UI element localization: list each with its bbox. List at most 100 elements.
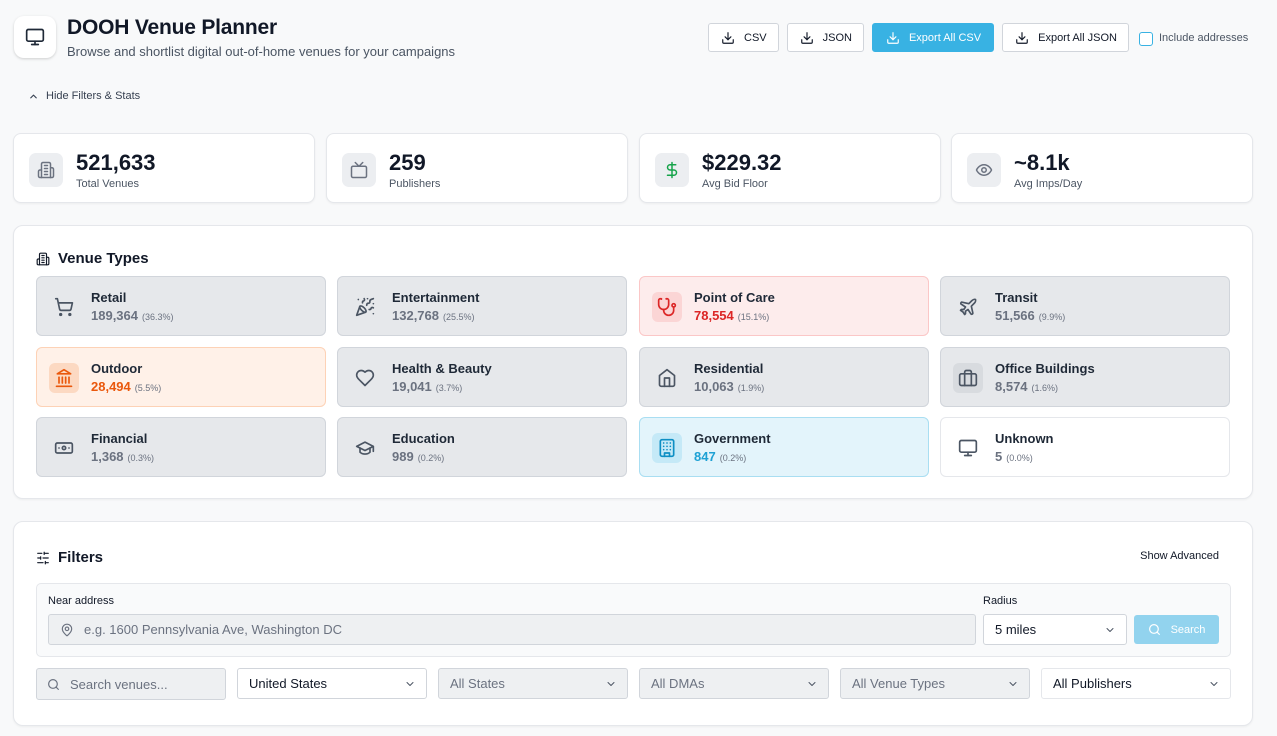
country-select[interactable]: United States	[237, 668, 427, 699]
stat-label: Publishers	[389, 178, 441, 190]
count-value: 189,364	[91, 308, 138, 323]
count-percent: (15.1%)	[737, 312, 770, 322]
stat-value: ~8.1k	[1014, 150, 1070, 175]
building-icon	[29, 153, 63, 187]
export-all-json-label: Export All JSON	[1038, 31, 1117, 44]
tv-icon	[342, 153, 376, 187]
landmark-icon	[49, 363, 79, 393]
chevron-down-icon	[605, 678, 617, 690]
eye-icon	[967, 153, 1001, 187]
count-value: 10,063	[694, 379, 734, 394]
venue-type-residential[interactable]: Residential 10,063 (1.9%)	[639, 347, 929, 407]
include-addresses-label[interactable]: Include addresses	[1159, 32, 1248, 44]
publisher-value: All Publishers	[1053, 676, 1132, 691]
monitor-icon	[953, 433, 983, 463]
download-icon	[1015, 31, 1029, 45]
venue-type-retail[interactable]: Retail 189,364 (36.3%)	[36, 276, 326, 336]
search-icon	[1148, 623, 1161, 636]
banknote-icon	[49, 433, 79, 463]
count-percent: (3.7%)	[435, 383, 463, 393]
dma-select[interactable]: All DMAs	[639, 668, 829, 699]
venue-type-count: 28,494 (5.5%)	[91, 379, 161, 394]
venue-type-name: Retail	[91, 290, 127, 305]
venue-type-name: Outdoor	[91, 361, 143, 376]
venue-type-office-buildings[interactable]: Office Buildings 8,574 (1.6%)	[940, 347, 1230, 407]
venue-type-health-beauty[interactable]: Health & Beauty 19,041 (3.7%)	[337, 347, 627, 407]
filters-heading: Filters	[36, 549, 103, 566]
hide-filters-toggle[interactable]: Hide Filters & Stats	[28, 90, 140, 102]
show-advanced-button[interactable]: Show Advanced	[1140, 550, 1219, 562]
export-all-json-button[interactable]: Export All JSON	[1002, 23, 1129, 52]
near-address-input[interactable]: e.g. 1600 Pennsylvania Ave, Washington D…	[48, 614, 976, 645]
count-percent: (5.5%)	[134, 383, 162, 393]
venue-type-select[interactable]: All Venue Types	[840, 668, 1030, 699]
count-value: 8,574	[995, 379, 1028, 394]
stat-label: Total Venues	[76, 178, 139, 190]
graduation-cap-icon	[350, 433, 380, 463]
count-percent: (9.9%)	[1038, 312, 1066, 322]
publisher-select[interactable]: All Publishers	[1041, 668, 1231, 699]
include-addresses-toggle: Include addresses	[1138, 30, 1248, 46]
venue-type-government[interactable]: Government 847 (0.2%)	[639, 417, 929, 477]
stethoscope-icon	[652, 292, 682, 322]
download-icon	[721, 31, 735, 45]
app-logo	[14, 16, 56, 58]
search-icon	[47, 678, 60, 691]
dma-value: All DMAs	[651, 676, 705, 691]
venue-search-input[interactable]: Search venues...	[36, 668, 226, 700]
page-subtitle: Browse and shortlist digital out-of-home…	[67, 44, 456, 59]
include-addresses-checkbox[interactable]	[1138, 31, 1153, 46]
venue-type-transit[interactable]: Transit 51,566 (9.9%)	[940, 276, 1230, 336]
venue-type-count: 78,554 (15.1%)	[694, 308, 769, 323]
csv-button-label: CSV	[744, 31, 767, 44]
stat-value: $229.32	[702, 150, 782, 175]
venue-type-name: Government	[694, 431, 771, 446]
venue-type-count: 19,041 (3.7%)	[392, 379, 462, 394]
search-button[interactable]: Search	[1134, 615, 1219, 644]
csv-button[interactable]: CSV	[708, 23, 779, 52]
filters-panel: Filters Show Advanced Near address e.g. …	[13, 521, 1253, 726]
venue-type-count: 847 (0.2%)	[694, 449, 746, 464]
venue-type-unknown[interactable]: Unknown 5 (0.0%)	[940, 417, 1230, 477]
venue-type-count: 189,364 (36.3%)	[91, 308, 174, 323]
cart-icon	[49, 292, 79, 322]
venue-type-name: Health & Beauty	[392, 361, 492, 376]
venue-type-entertainment[interactable]: Entertainment 132,768 (25.5%)	[337, 276, 627, 336]
near-address-box: Near address e.g. 1600 Pennsylvania Ave,…	[36, 583, 1231, 657]
stat-card-avg-bid-floor: $229.32 Avg Bid Floor	[639, 133, 941, 203]
venue-types-panel: Venue Types Retail 189,364 (36.3%) Entert…	[13, 225, 1253, 499]
venue-type-point-of-care[interactable]: Point of Care 78,554 (15.1%)	[639, 276, 929, 336]
country-value: United States	[249, 676, 328, 691]
count-percent: (36.3%)	[142, 312, 174, 322]
near-address-placeholder: e.g. 1600 Pennsylvania Ave, Washington D…	[84, 622, 342, 637]
radius-value: 5 miles	[995, 622, 1037, 637]
map-pin-icon	[60, 623, 74, 637]
venue-type-education[interactable]: Education 989 (0.2%)	[337, 417, 627, 477]
venue-search-placeholder: Search venues...	[70, 676, 168, 692]
venue-type-count: 989 (0.2%)	[392, 449, 444, 464]
venue-type-count: 1,368 (0.3%)	[91, 449, 154, 464]
count-percent: (1.9%)	[737, 383, 765, 393]
plane-icon	[953, 292, 983, 322]
radius-select[interactable]: 5 miles	[983, 614, 1127, 645]
download-icon	[886, 31, 900, 45]
venue-type-financial[interactable]: Financial 1,368 (0.3%)	[36, 417, 326, 477]
chevron-down-icon	[1007, 678, 1019, 690]
venue-type-count: 5 (0.0%)	[995, 449, 1033, 464]
count-value: 78,554	[694, 308, 734, 323]
stat-value: 259	[389, 150, 426, 175]
chevron-down-icon	[1208, 678, 1220, 690]
state-select[interactable]: All States	[438, 668, 628, 699]
json-button-label: JSON	[822, 31, 852, 44]
briefcase-icon	[953, 363, 983, 393]
count-value: 847	[694, 449, 716, 464]
download-icon	[800, 31, 814, 45]
count-percent: (25.5%)	[443, 312, 475, 322]
count-value: 989	[392, 449, 414, 464]
json-button[interactable]: JSON	[786, 23, 864, 52]
export-all-csv-button[interactable]: Export All CSV	[871, 23, 995, 52]
venue-type-name: Residential	[694, 361, 764, 376]
building-icon	[652, 433, 682, 463]
state-value: All States	[450, 676, 505, 691]
venue-type-outdoor[interactable]: Outdoor 28,494 (5.5%)	[36, 347, 326, 407]
